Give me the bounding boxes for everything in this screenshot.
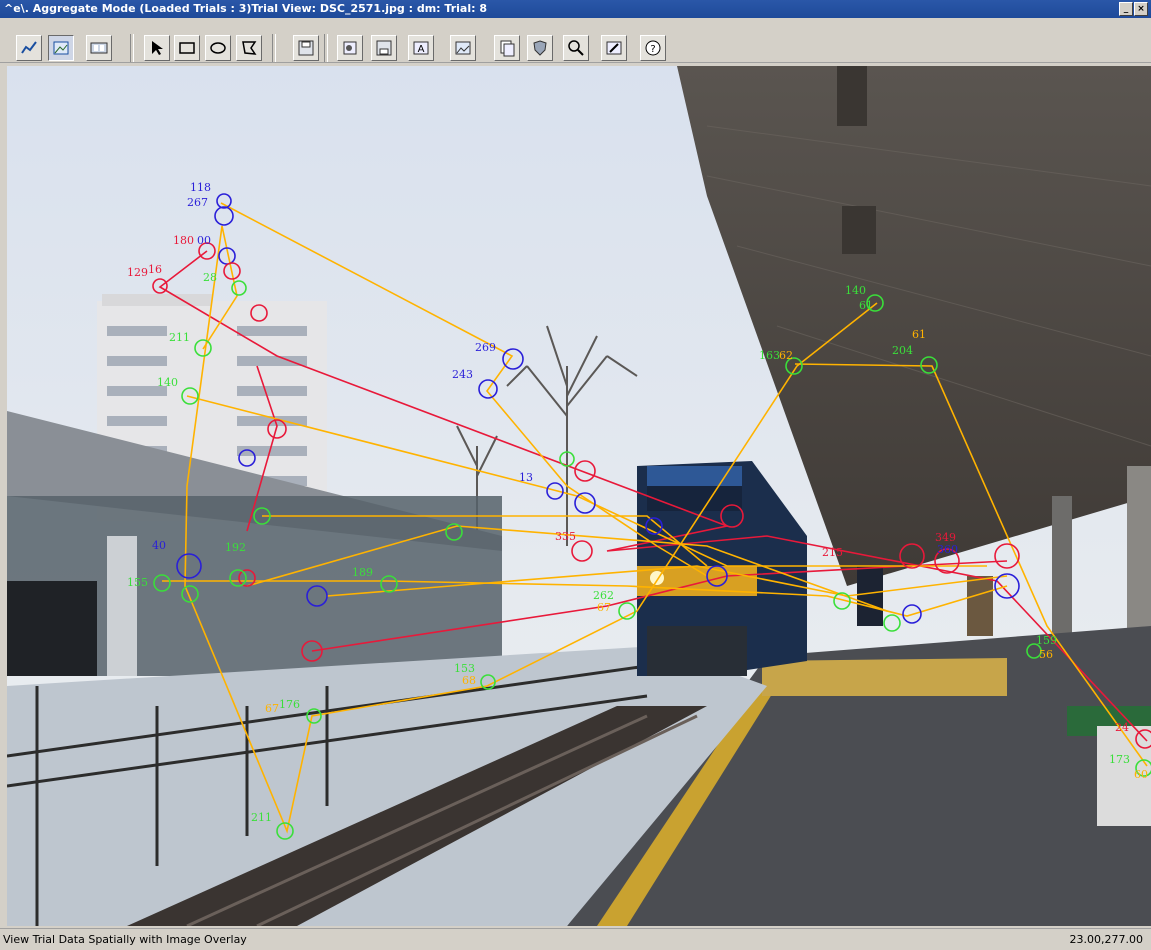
fixation-label: 56 [1039, 648, 1053, 661]
toolbar-separator [324, 34, 328, 62]
image-overlay-view[interactable]: 118 267 180 00 129 16 28 211 140 269 243 140 61 61 204… [7, 66, 1151, 926]
fixation-label: 24 [1115, 721, 1129, 734]
layers-icon [500, 40, 515, 57]
fixation-label: 335 [555, 530, 576, 543]
fixation-label: 68 [462, 674, 476, 687]
fixation-label: 140 [845, 284, 866, 297]
fixation-label: 155 [127, 576, 148, 589]
picture-tool-button[interactable] [450, 35, 476, 61]
film-icon [90, 42, 108, 54]
toolbar-separator [130, 34, 134, 62]
save-tool-button[interactable] [293, 35, 319, 61]
fixation-label: 163 [759, 349, 780, 362]
svg-text:A: A [418, 44, 425, 55]
fixation-label: 360 [937, 543, 958, 556]
text-tool-button[interactable]: A [408, 35, 434, 61]
fixation-label: 67 [265, 702, 279, 715]
zoom-icon [568, 40, 584, 56]
minimize-button[interactable]: _ [1119, 2, 1133, 16]
pointer-icon [152, 41, 163, 55]
shield-tool-button[interactable] [527, 35, 553, 61]
fixation-label: 118 [190, 181, 211, 194]
fixation-label: 189 [352, 566, 373, 579]
fixation-label: 192 [225, 541, 246, 554]
image-tool-button[interactable] [48, 35, 74, 61]
picture-icon [455, 41, 471, 55]
pointer-tool-button[interactable] [144, 35, 170, 61]
edit-tool-button[interactable] [601, 35, 627, 61]
fixation-label: 262 [593, 589, 614, 602]
save-icon [298, 40, 314, 56]
polygon-tool-button[interactable] [236, 35, 262, 61]
rectangle-tool-button[interactable] [174, 35, 200, 61]
ellipse-icon [210, 42, 226, 54]
fixation-label: 129 [127, 266, 148, 279]
film-tool-button[interactable] [86, 35, 112, 61]
fixation-label: 140 [157, 376, 178, 389]
export-image-icon [343, 41, 357, 55]
chart-icon [21, 41, 37, 54]
fixation-label: 243 [452, 368, 473, 381]
text-icon: A [413, 41, 429, 55]
rectangle-icon [179, 42, 195, 54]
status-text: View Trial Data Spatially with Image Ove… [3, 933, 247, 946]
save-data-tool-button[interactable] [371, 35, 397, 61]
cursor-coordinates: 23.00,277.00 [1069, 933, 1143, 946]
save-data-icon [376, 40, 392, 56]
window-title: ^e\. Aggregate Mode (Loaded Trials : 3)T… [4, 2, 487, 15]
ellipse-tool-button[interactable] [205, 35, 231, 61]
fixation-label: 67 [597, 601, 611, 614]
fixation-label: 173 [1109, 753, 1130, 766]
scene-image: 118 267 180 00 129 16 28 211 140 269 243 140 61 61 204… [7, 66, 1151, 926]
edit-icon [606, 41, 622, 55]
close-button[interactable]: × [1134, 2, 1148, 16]
layers-tool-button[interactable] [494, 35, 520, 61]
shield-icon [533, 40, 547, 56]
fixation-label: 62 [779, 349, 793, 362]
status-bar: View Trial Data Spatially with Image Ove… [0, 928, 1151, 950]
fixation-label: 180 [173, 234, 194, 247]
fixation-label: 16 [148, 263, 162, 276]
fixation-label: 204 [892, 344, 913, 357]
fixation-label: 00 [197, 234, 211, 247]
fixation-label: 61 [912, 328, 926, 341]
chart-tool-button[interactable] [16, 35, 42, 61]
fixation-label: 159 [1036, 634, 1057, 647]
fixation-label: 349 [935, 531, 956, 544]
fixation-label: 215 [822, 546, 843, 559]
fixation-label: 13 [519, 471, 533, 484]
help-icon: ? [645, 40, 661, 56]
fixation-label: 211 [251, 811, 272, 824]
image-icon [53, 41, 69, 55]
fixation-label: 176 [279, 698, 300, 711]
fixation-label: 211 [169, 331, 190, 344]
fixation-label: 28 [203, 271, 217, 284]
window-titlebar: ^e\. Aggregate Mode (Loaded Trials : 3)T… [0, 0, 1151, 18]
polygon-icon [242, 41, 257, 55]
fixation-label: 267 [187, 196, 208, 209]
toolbar-separator [272, 34, 276, 62]
help-tool-button[interactable]: ? [640, 35, 666, 61]
zoom-tool-button[interactable] [563, 35, 589, 61]
fixation-label: 61 [859, 299, 873, 312]
export-image-tool-button[interactable] [337, 35, 363, 61]
fixation-label: 269 [475, 341, 496, 354]
fixation-label: 60 [1134, 768, 1148, 781]
svg-text:?: ? [650, 44, 655, 55]
fixation-label: 40 [152, 539, 166, 552]
